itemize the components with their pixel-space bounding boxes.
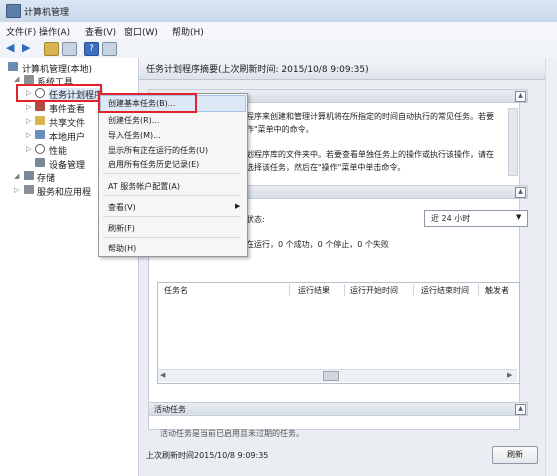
- scroll-right-icon[interactable]: ▶: [507, 371, 512, 379]
- back-icon[interactable]: ◀: [6, 42, 19, 54]
- vertical-scrollbar[interactable]: [545, 58, 557, 476]
- window-title: 计算机管理: [24, 8, 70, 18]
- overview-text-2: 作"菜单中的命令。: [246, 125, 314, 134]
- title-bar: [0, 0, 557, 23]
- expand-arrow-icon[interactable]: ◢: [14, 75, 19, 83]
- storage-icon: [24, 171, 34, 180]
- scroll-thumb[interactable]: [323, 371, 339, 381]
- menu-at-service-config[interactable]: AT 服务帐户配置(A): [108, 181, 180, 192]
- last-refresh-time: 上次刷新时间2015/10/8 9:09:35: [146, 451, 269, 460]
- tree-services-apps[interactable]: 服务和应用程: [37, 185, 91, 198]
- overview-text-4: 选择该任务，然后在"操作"菜单中单击命令。: [246, 163, 406, 172]
- column-header-triggered-by[interactable]: 触发者: [485, 285, 509, 296]
- status-label: 状态:: [246, 215, 265, 224]
- expand-arrow-icon[interactable]: ▷: [14, 186, 19, 194]
- column-header-end-time[interactable]: 运行结束时间: [421, 285, 469, 296]
- computer-icon: [8, 62, 18, 71]
- menu-bar: 文件(F) 操作(A) 查看(V) 窗口(W) 帮助(H): [0, 22, 557, 40]
- tree-local-users[interactable]: 本地用户: [49, 130, 85, 143]
- highlight-box-task-scheduler: [16, 84, 102, 102]
- menu-separator: [103, 173, 241, 174]
- horizontal-scrollbar[interactable]: ◀ ▶: [158, 369, 517, 382]
- tree-storage[interactable]: 存储: [37, 171, 55, 184]
- performance-icon: [35, 144, 45, 154]
- tree-performance[interactable]: 性能: [49, 144, 67, 157]
- menu-refresh[interactable]: 刷新(F): [108, 223, 135, 234]
- column-header-task-name[interactable]: 任务名: [164, 285, 188, 296]
- highlight-box-create-basic-task: [98, 93, 197, 113]
- tree-event-viewer[interactable]: 事件查看: [49, 102, 85, 115]
- expand-arrow-icon[interactable]: ◢: [14, 172, 19, 180]
- users-icon: [35, 130, 45, 139]
- tree-shared-folders[interactable]: 共享文件: [49, 116, 85, 129]
- collapse-icon[interactable]: ▲: [515, 404, 526, 415]
- active-tasks-description: 活动任务是当前已启用且未过期的任务。: [160, 429, 304, 438]
- column-separator: [413, 284, 414, 296]
- menu-separator: [103, 195, 241, 196]
- period-select[interactable]: 近 24 小时 ▼: [424, 210, 528, 227]
- menu-import-task[interactable]: 导入任务(M)...: [108, 130, 161, 141]
- menu-help[interactable]: 帮助(H): [172, 25, 204, 38]
- show-hide-tree-icon[interactable]: [62, 42, 77, 56]
- status-summary: 在运行，0 个成功，0 个停止，0 个失败: [246, 240, 389, 249]
- menu-file[interactable]: 文件(F): [6, 25, 36, 38]
- column-separator: [344, 284, 345, 296]
- pane-header-title: 任务计划程序摘要(上次刷新时间: 2015/10/8 9:09:35): [146, 65, 369, 75]
- menu-separator: [103, 216, 241, 217]
- collapse-icon[interactable]: ▲: [515, 187, 526, 198]
- period-select-value: 近 24 小时: [431, 214, 471, 223]
- scroll-left-icon[interactable]: ◀: [160, 371, 165, 379]
- tree-device-manager[interactable]: 设备管理: [49, 158, 85, 171]
- expand-arrow-icon[interactable]: ▷: [26, 117, 31, 125]
- column-separator: [289, 284, 290, 296]
- menu-create-task[interactable]: 创建任务(R)...: [108, 115, 159, 126]
- menu-enable-history[interactable]: 启用所有任务历史记录(E): [108, 159, 199, 170]
- expand-arrow-icon[interactable]: ▷: [26, 145, 31, 153]
- active-tasks-title: 活动任务: [154, 405, 186, 414]
- toolbar: ◀ ▶ ?: [0, 39, 557, 59]
- device-manager-icon: [35, 158, 45, 167]
- column-separator: [478, 284, 479, 296]
- help-icon[interactable]: ?: [84, 42, 99, 56]
- up-folder-icon[interactable]: [44, 42, 59, 56]
- overview-text-1: 程序来创建和管理计算机将在所指定的时间自动执行的常见任务。若要: [246, 112, 494, 121]
- menu-action[interactable]: 操作(A): [39, 25, 70, 38]
- expand-arrow-icon[interactable]: ▷: [26, 103, 31, 111]
- refresh-button[interactable]: 刷新: [492, 446, 538, 464]
- computer-management-icon: [6, 4, 21, 18]
- event-viewer-icon: [35, 102, 45, 111]
- column-header-result[interactable]: 运行结果: [298, 285, 330, 296]
- menu-help[interactable]: 帮助(H): [108, 243, 136, 254]
- tools-icon: [24, 75, 34, 84]
- services-icon: [24, 185, 34, 194]
- shared-folder-icon: [35, 116, 45, 125]
- submenu-arrow-icon: ▶: [235, 202, 241, 210]
- overview-scrollbar[interactable]: [508, 108, 518, 176]
- tree-root[interactable]: 计算机管理(本地): [22, 62, 92, 75]
- column-header-start-time[interactable]: 运行开始时间: [350, 285, 398, 296]
- chevron-down-icon: ▼: [516, 213, 522, 221]
- overview-text-3: 划程序库的文件夹中。若要查看单独任务上的操作或执行该操作，请在: [246, 150, 494, 159]
- menu-separator: [103, 237, 241, 238]
- collapse-icon[interactable]: ▲: [515, 91, 526, 102]
- menu-view[interactable]: 查看(V): [85, 25, 116, 38]
- expand-arrow-icon[interactable]: ▷: [26, 131, 31, 139]
- forward-icon[interactable]: ▶: [22, 42, 35, 54]
- active-tasks-section-header[interactable]: [148, 402, 528, 416]
- menu-show-running-tasks[interactable]: 显示所有正在运行的任务(U): [108, 145, 208, 156]
- menu-window[interactable]: 窗口(W): [124, 25, 158, 38]
- properties-icon[interactable]: [102, 42, 117, 56]
- menu-view[interactable]: 查看(V): [108, 202, 136, 213]
